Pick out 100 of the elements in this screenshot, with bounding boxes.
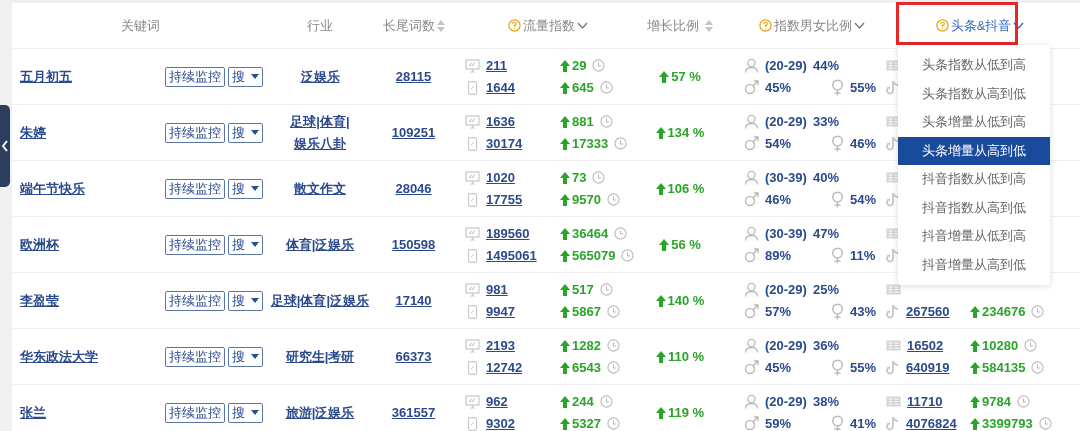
search-dropdown[interactable]: 搜 bbox=[228, 234, 263, 255]
sort-option[interactable]: 头条指数从高到低 bbox=[898, 79, 1050, 108]
sort-option[interactable]: 抖音增量从高到低 bbox=[898, 250, 1050, 279]
clock-icon[interactable] bbox=[1031, 305, 1045, 318]
douyin-index-link[interactable]: 4076824 bbox=[906, 416, 957, 431]
male-share: 46% bbox=[765, 192, 793, 207]
chevron-down-icon[interactable] bbox=[854, 22, 865, 29]
longtail-count-link[interactable]: 28046 bbox=[395, 181, 432, 196]
column-header[interactable]: 流量指数 bbox=[522, 16, 575, 35]
longtail-count-link[interactable]: 150598 bbox=[391, 237, 436, 252]
clock-icon[interactable] bbox=[599, 115, 613, 128]
keyword-link[interactable]: 五月初五 bbox=[20, 68, 72, 84]
monitor-button[interactable]: 持续监控 bbox=[165, 402, 225, 423]
clock-icon[interactable] bbox=[606, 361, 620, 374]
industry-link[interactable]: 足球|体育|泛娱乐 bbox=[270, 289, 370, 312]
monitor-button[interactable]: 持续监控 bbox=[165, 234, 225, 255]
search-dropdown[interactable]: 搜 bbox=[228, 122, 263, 143]
mobile-index-link[interactable]: 1495061 bbox=[486, 248, 537, 263]
search-dropdown[interactable]: 搜 bbox=[228, 66, 263, 87]
clock-icon[interactable] bbox=[606, 193, 620, 206]
toutiao-index-link[interactable]: 16502 bbox=[907, 338, 944, 353]
monitor-button[interactable]: 持续监控 bbox=[165, 290, 225, 311]
keyword-link[interactable]: 端午节快乐 bbox=[20, 180, 85, 196]
industry-link[interactable]: 足球|体育|娱乐八卦 bbox=[270, 110, 370, 155]
clock-icon[interactable] bbox=[621, 249, 635, 262]
search-dropdown[interactable]: 搜 bbox=[228, 402, 263, 423]
sort-option[interactable]: 头条指数从低到高 bbox=[898, 51, 1050, 80]
help-icon[interactable] bbox=[507, 19, 521, 32]
monitor-button[interactable]: 持续监控 bbox=[165, 122, 225, 143]
mobile-index-link[interactable]: 30174 bbox=[486, 136, 523, 151]
sort-option[interactable]: 头条增量从高到低 bbox=[898, 136, 1050, 165]
clock-icon[interactable] bbox=[599, 395, 613, 408]
monitor-icon bbox=[465, 394, 480, 409]
toutiao-index-link[interactable]: 11710 bbox=[907, 394, 943, 409]
keyword-link[interactable]: 李盈莹 bbox=[20, 292, 59, 308]
pc-index-link[interactable]: 981 bbox=[486, 282, 508, 297]
longtail-count-link[interactable]: 66373 bbox=[395, 349, 432, 364]
pc-index-link[interactable]: 189560 bbox=[486, 226, 530, 241]
clock-icon[interactable] bbox=[606, 305, 620, 318]
sort-option[interactable]: 抖音指数从低到高 bbox=[898, 165, 1050, 194]
clock-icon[interactable] bbox=[614, 227, 628, 240]
mobile-index-link[interactable]: 12742 bbox=[486, 360, 523, 375]
column-header[interactable]: 头条&抖音 bbox=[950, 16, 1012, 35]
pc-index-link[interactable]: 962 bbox=[486, 394, 508, 409]
clock-icon[interactable] bbox=[599, 283, 613, 296]
chevron-down-icon[interactable] bbox=[576, 22, 588, 29]
clock-icon[interactable] bbox=[599, 81, 613, 94]
collapse-tab[interactable] bbox=[0, 105, 10, 187]
monitor-button[interactable]: 持续监控 bbox=[165, 346, 225, 367]
longtail-count-link[interactable]: 109251 bbox=[391, 125, 436, 140]
monitor-button[interactable]: 持续监控 bbox=[165, 178, 225, 199]
search-dropdown[interactable]: 搜 bbox=[228, 290, 263, 311]
douyin-index-link[interactable]: 640919 bbox=[906, 360, 950, 375]
mobile-index-link[interactable]: 9947 bbox=[486, 304, 515, 319]
clock-icon[interactable] bbox=[1024, 339, 1038, 352]
keyword-link[interactable]: 张兰 bbox=[20, 404, 46, 420]
clock-icon[interactable] bbox=[1016, 395, 1030, 408]
age-group: (30-39) bbox=[765, 226, 807, 241]
column-header[interactable]: 增长比例 bbox=[647, 16, 699, 35]
pc-index-link[interactable]: 1020 bbox=[486, 170, 515, 185]
keyword-link[interactable]: 朱婷 bbox=[20, 124, 46, 140]
search-dropdown[interactable]: 搜 bbox=[228, 346, 263, 367]
sort-option[interactable]: 抖音增量从低到高 bbox=[898, 222, 1050, 251]
keyword-link[interactable]: 华东政法大学 bbox=[20, 348, 98, 364]
industry-link[interactable]: 泛娱乐 bbox=[300, 65, 340, 88]
clock-icon[interactable] bbox=[592, 59, 606, 72]
mobile-index-link[interactable]: 17755 bbox=[486, 192, 523, 207]
mobile-index-link[interactable]: 9302 bbox=[486, 416, 515, 431]
clock-icon[interactable] bbox=[614, 137, 628, 150]
sort-icon[interactable] bbox=[436, 19, 445, 32]
clock-icon[interactable] bbox=[592, 171, 606, 184]
longtail-count-link[interactable]: 17140 bbox=[395, 293, 432, 308]
chevron-down-icon[interactable] bbox=[1013, 22, 1025, 29]
up-arrow-icon bbox=[560, 227, 570, 240]
longtail-count-link[interactable]: 28115 bbox=[395, 69, 432, 84]
column-header[interactable]: 指数男女比例 bbox=[774, 16, 852, 35]
industry-link[interactable]: 散文作文 bbox=[294, 177, 346, 200]
mobile-index-link[interactable]: 1644 bbox=[486, 80, 515, 95]
longtail-count-link[interactable]: 361557 bbox=[391, 405, 436, 420]
clock-icon[interactable] bbox=[606, 339, 620, 352]
clock-icon[interactable] bbox=[1031, 361, 1045, 374]
industry-link[interactable]: 旅游|泛娱乐 bbox=[285, 401, 355, 424]
help-icon[interactable] bbox=[759, 19, 772, 32]
sort-icon[interactable] bbox=[705, 19, 713, 32]
pc-index-link[interactable]: 1636 bbox=[486, 114, 515, 129]
sort-option[interactable]: 头条增量从低到高 bbox=[898, 108, 1050, 137]
industry-link[interactable]: 体育|泛娱乐 bbox=[285, 233, 355, 256]
help-icon[interactable] bbox=[935, 19, 949, 32]
pc-index-link[interactable]: 2193 bbox=[486, 338, 515, 353]
caret-icon bbox=[251, 242, 259, 247]
clock-icon[interactable] bbox=[606, 417, 620, 430]
keyword-link[interactable]: 欧洲杯 bbox=[20, 236, 59, 252]
douyin-index-link[interactable]: 267560 bbox=[906, 304, 950, 319]
sort-option[interactable]: 抖音指数从高到低 bbox=[898, 193, 1050, 222]
pc-index-link[interactable]: 211 bbox=[486, 58, 507, 73]
monitor-button[interactable]: 持续监控 bbox=[165, 66, 225, 87]
industry-link[interactable]: 研究生|考研 bbox=[285, 345, 355, 368]
clock-icon[interactable] bbox=[1038, 417, 1052, 430]
column-header[interactable]: 长尾词数 bbox=[382, 16, 435, 35]
search-dropdown[interactable]: 搜 bbox=[228, 178, 263, 199]
